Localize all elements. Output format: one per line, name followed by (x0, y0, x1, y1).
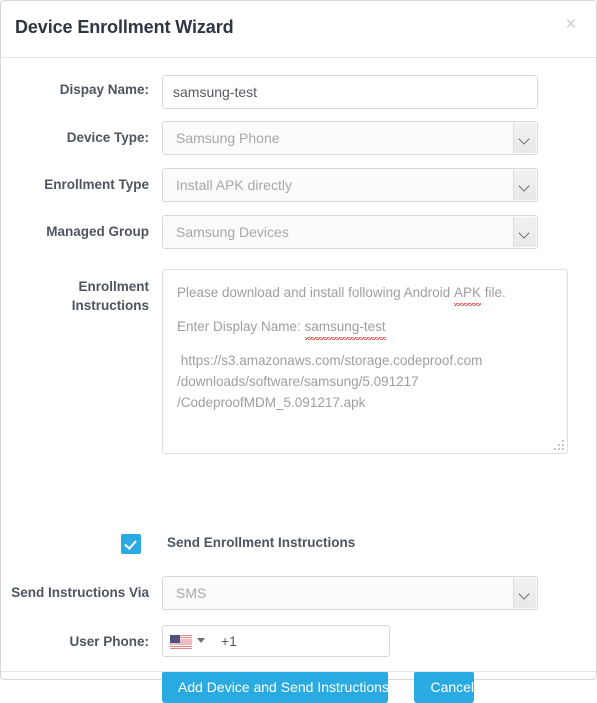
device-enrollment-wizard-dialog: Device Enrollment Wizard × Dispay Name: … (0, 0, 597, 703)
enrollment-type-select[interactable]: Install APK directly (162, 168, 538, 202)
instructions-line-1-misspelled: APK (453, 282, 481, 306)
chevron-down-icon (197, 638, 205, 643)
user-phone-value: +1 (221, 633, 237, 649)
enrollment-instructions-label: Enrollment Instructions (71, 279, 149, 313)
send-instructions-via-select[interactable]: SMS (162, 576, 538, 610)
instructions-url-line-3: /CodeproofMDM_5.091217.apk (177, 395, 366, 410)
page-title: Device Enrollment Wizard (15, 17, 234, 37)
instructions-line-2-misspelled: samsung-test (304, 316, 386, 340)
display-name-label: Dispay Name: (59, 82, 149, 97)
instructions-url-line-1: https://s3.amazonaws.com/storage.codepro… (177, 353, 483, 368)
user-phone-label: User Phone: (69, 634, 149, 649)
textarea-resize-handle[interactable] (553, 439, 564, 450)
instructions-url-line-2: /downloads/software/samsung/5.091217 (177, 374, 419, 389)
managed-group-label: Managed Group (46, 224, 149, 239)
chevron-down-icon (513, 217, 536, 247)
instructions-line-2-before: Enter Display Name: (177, 319, 305, 334)
chevron-down-icon (513, 578, 536, 608)
device-type-value: Samsung Phone (176, 130, 280, 146)
device-type-label: Device Type: (66, 130, 149, 145)
close-icon[interactable]: × (560, 14, 582, 36)
instructions-line-2: Enter Display Name: samsung-test (177, 316, 553, 340)
dialog-header: Device Enrollment Wizard × (1, 1, 596, 58)
send-enrollment-instructions-checkbox[interactable] (121, 534, 141, 554)
country-selector[interactable] (170, 632, 214, 652)
chevron-down-icon (513, 123, 536, 153)
display-name-input[interactable] (162, 75, 538, 109)
enrollment-instructions-textarea[interactable]: Please download and install following An… (162, 269, 568, 454)
enrollment-type-label: Enrollment Type (44, 177, 149, 192)
instructions-line-1-after: file. (480, 285, 506, 300)
instructions-line-1-before: Please download and install following An… (177, 285, 454, 300)
enrollment-type-value: Install APK directly (176, 177, 292, 193)
send-enrollment-instructions-label: Send Enrollment Instructions (167, 535, 356, 550)
user-phone-input[interactable]: +1 (162, 625, 390, 657)
us-flag-icon (170, 635, 192, 649)
managed-group-select[interactable]: Samsung Devices (162, 215, 538, 249)
instructions-spacer-1 (177, 303, 553, 316)
chevron-down-icon (513, 170, 536, 200)
dialog-footer-divider (1, 671, 596, 672)
send-instructions-via-label: Send Instructions Via (11, 585, 149, 600)
managed-group-value: Samsung Devices (176, 224, 289, 240)
send-instructions-via-value: SMS (176, 585, 207, 601)
cancel-button[interactable]: Cancel (414, 671, 475, 703)
instructions-line-1: Please download and install following An… (177, 282, 553, 306)
device-type-select[interactable]: Samsung Phone (162, 121, 538, 155)
add-device-and-send-instructions-button[interactable]: Add Device and Send Instructions (162, 671, 389, 703)
